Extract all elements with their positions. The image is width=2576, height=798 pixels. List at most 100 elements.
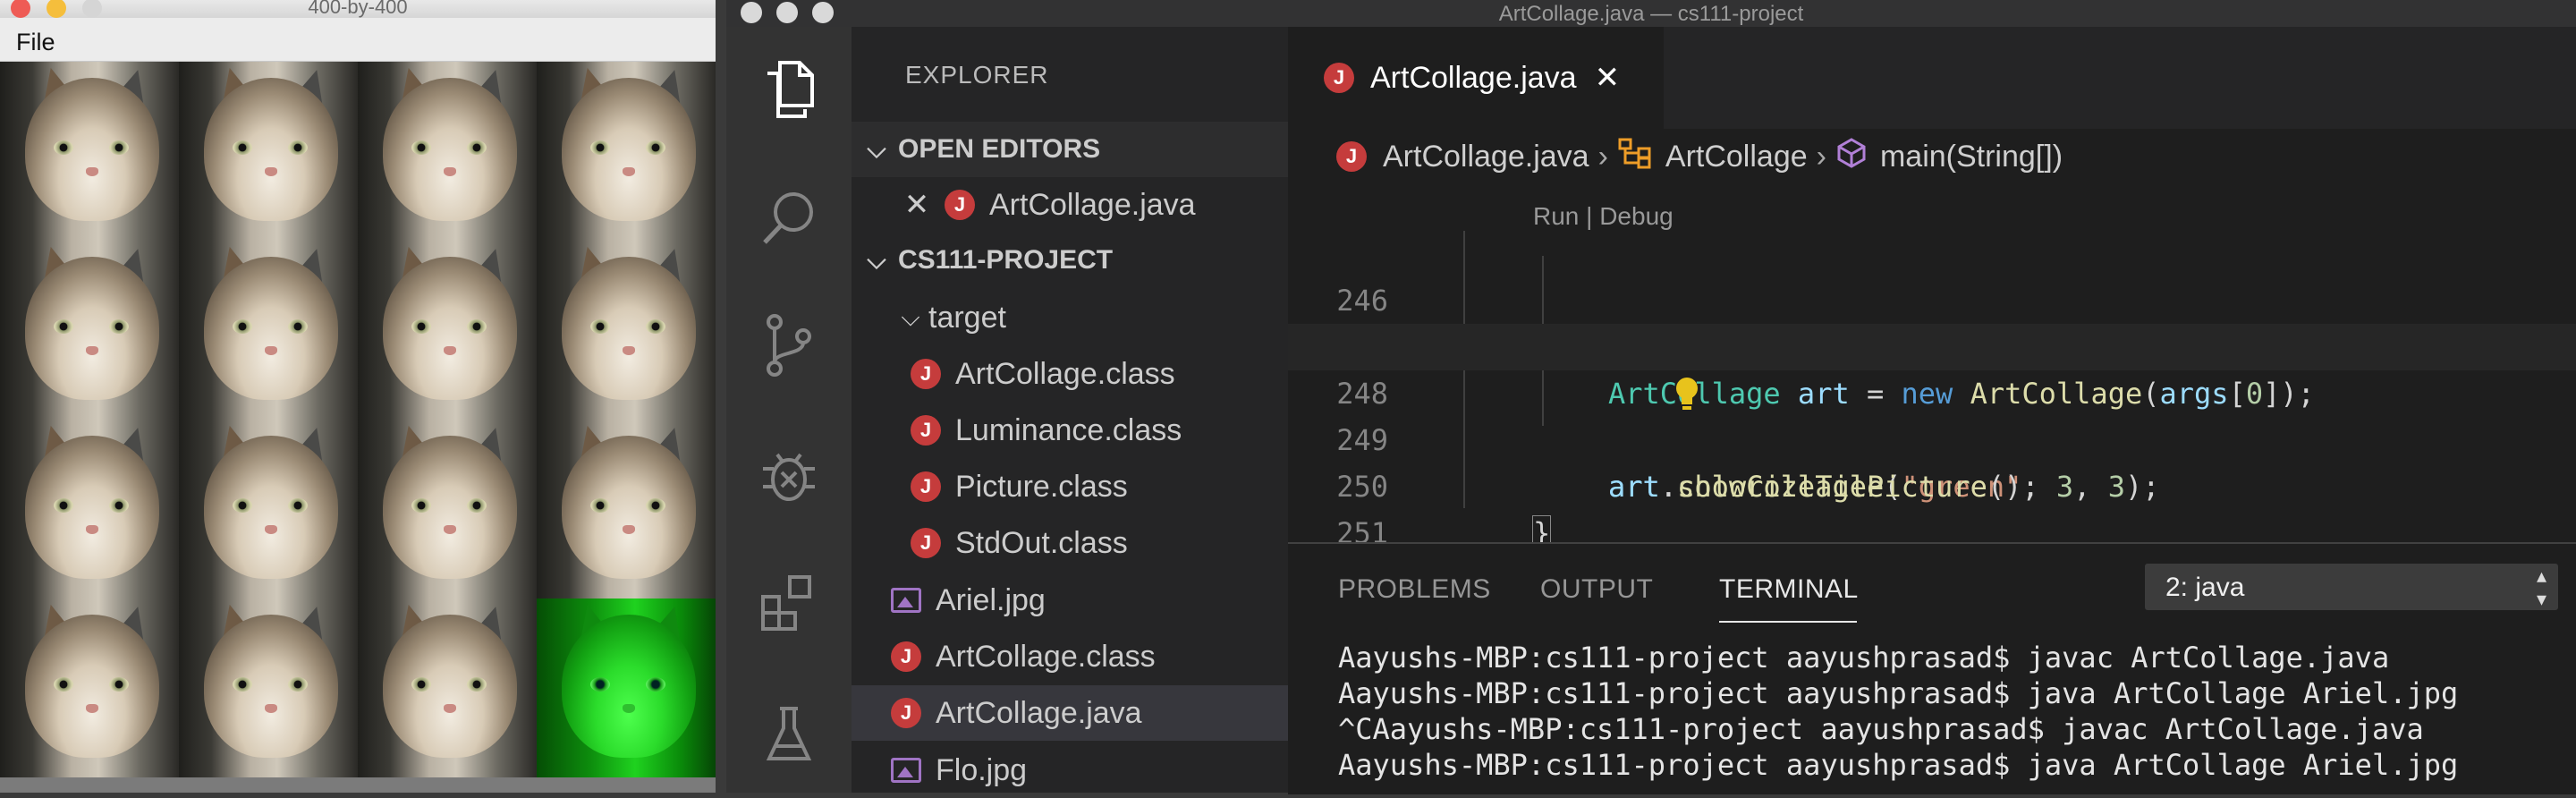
editor-tab-active[interactable]: J ArtCollage.java ✕ [1288,27,1664,129]
vscode-titlebar[interactable]: ArtCollage.java — cs111-project [726,0,2576,27]
java-picture-window: 400-by-400 File [0,0,716,793]
project-label: CS111-PROJECT [898,245,1114,275]
tree-item[interactable]: Flo.jpg [852,743,1288,798]
cat-eye [646,677,665,692]
chevron-down-icon: ⌵ [901,302,920,331]
cat-eye [109,677,129,692]
java-file-icon: J [1336,141,1367,172]
tree-item-label: ArtCollage.java [936,695,1142,730]
tab-terminal[interactable]: TERMINAL [1719,574,1859,605]
cat-eye [411,498,431,513]
search-icon[interactable] [753,183,825,254]
art-collage [0,62,716,777]
tree-item[interactable]: J Luminance.class [852,403,1288,458]
cat-eye [288,677,308,692]
cat-face [204,78,338,221]
codelens-run-debug[interactable]: Run | Debug [1533,202,1674,231]
cat-eye [590,319,610,334]
vscode-window-title: ArtCollage.java — cs111-project [1498,2,1804,26]
breadcrumb-class[interactable]: ArtCollage [1665,140,1808,174]
cat-face [383,615,517,758]
testing-icon[interactable] [753,700,825,771]
minimize-window-button[interactable] [47,0,66,18]
chevron-down-icon: ⌵ [867,134,886,163]
java-file-icon: J [891,641,921,672]
terminal-select[interactable]: 2: java ▴ ▾ [2145,564,2558,610]
java-file-icon: J [1324,63,1354,93]
code-view[interactable]: Run | Debug 246 public static void main(… [1288,184,2576,597]
tab-output[interactable]: OUTPUT [1540,574,1653,605]
tree-item-label: ArtCollage.class [936,639,1156,674]
chevron-right-icon: › [1597,139,1608,174]
code-line: 251 } [1288,463,2576,597]
cat-eye [233,677,252,692]
tree-item[interactable]: J StdOut.class [852,515,1288,571]
project-section[interactable]: ⌵ CS111-PROJECT [852,233,1288,288]
cat-nose [623,525,635,534]
cat-nose [623,346,635,355]
collage-tile [537,62,716,241]
breadcrumb-method[interactable]: main(String[]) [1880,140,2063,174]
cat-face [562,615,696,758]
files-icon[interactable] [753,54,825,125]
collage-tile [358,241,537,420]
cat-eye [109,498,129,513]
cat-eye [646,498,665,513]
tree-item[interactable]: J ArtCollage.class [852,346,1288,402]
method-icon [1835,137,1868,177]
cat-eye [646,319,665,334]
cat-eye [467,498,487,513]
cat-face [204,257,338,400]
tree-item-label: Flo.jpg [936,752,1028,787]
code-line: 247 ArtCollage art = new ArtCollage(args… [1288,277,2576,411]
java-window-titlebar[interactable]: 400-by-400 [0,0,716,18]
cat-face [383,436,517,579]
cat-eye [109,140,129,155]
image-file-icon [891,758,921,783]
breadcrumb-file[interactable]: ArtCollage.java [1383,140,1589,174]
extensions-icon[interactable] [753,567,825,639]
java-file-icon: J [911,528,941,558]
cat-face [383,78,517,221]
debug-icon[interactable] [753,438,825,510]
code-line-current: 248 art.colorizeTile("green", 3, 3); [1288,324,2576,504]
cat-nose [444,167,456,176]
terminal-line: ^CAayushs-MBP:cs111-project aayushprasad… [1338,712,2424,746]
cat-eye [54,140,73,155]
lightbulb-icon[interactable] [1501,329,1698,410]
java-file-icon: J [891,698,921,728]
cat-eye [233,319,252,334]
java-menubar: File [0,23,716,62]
folder-target[interactable]: ⌵ target [852,290,1288,345]
terminal-line: Aayushs-MBP:cs111-project aayushprasad$ … [1338,676,2459,710]
cat-eye [233,498,252,513]
tree-item[interactable]: J ArtCollage.class [852,629,1288,684]
file-menu[interactable]: File [16,29,55,56]
cat-face [204,436,338,579]
close-icon[interactable]: ✕ [902,187,932,223]
close-window-button[interactable] [11,0,30,18]
tree-item[interactable]: Ariel.jpg [852,573,1288,628]
collage-tile-green [537,598,716,777]
cat-face [25,436,159,579]
open-editors-section[interactable]: ⌵ OPEN EDITORS [852,122,1288,177]
collage-tile [358,62,537,241]
cat-nose [86,525,98,534]
editor-area: J ArtCollage.java ✕ J ArtCollage.java › … [1288,27,2576,794]
open-editor-item[interactable]: ✕ J ArtCollage.java [852,177,1288,233]
cat-face [383,257,517,400]
java-file-icon: J [911,415,941,446]
cat-nose [623,167,635,176]
cat-eye [467,677,487,692]
tree-item[interactable]: J Picture.class [852,459,1288,514]
cat-eye [288,319,308,334]
close-icon[interactable]: ✕ [1595,60,1621,96]
cat-eye [590,677,610,692]
java-file-icon: J [911,471,941,502]
tab-problems[interactable]: PROBLEMS [1338,574,1491,605]
zoom-window-button[interactable] [82,0,102,18]
cat-nose [86,346,98,355]
tree-item-selected[interactable]: J ArtCollage.java [852,685,1288,741]
source-control-icon[interactable] [753,310,825,381]
cat-face [562,257,696,400]
